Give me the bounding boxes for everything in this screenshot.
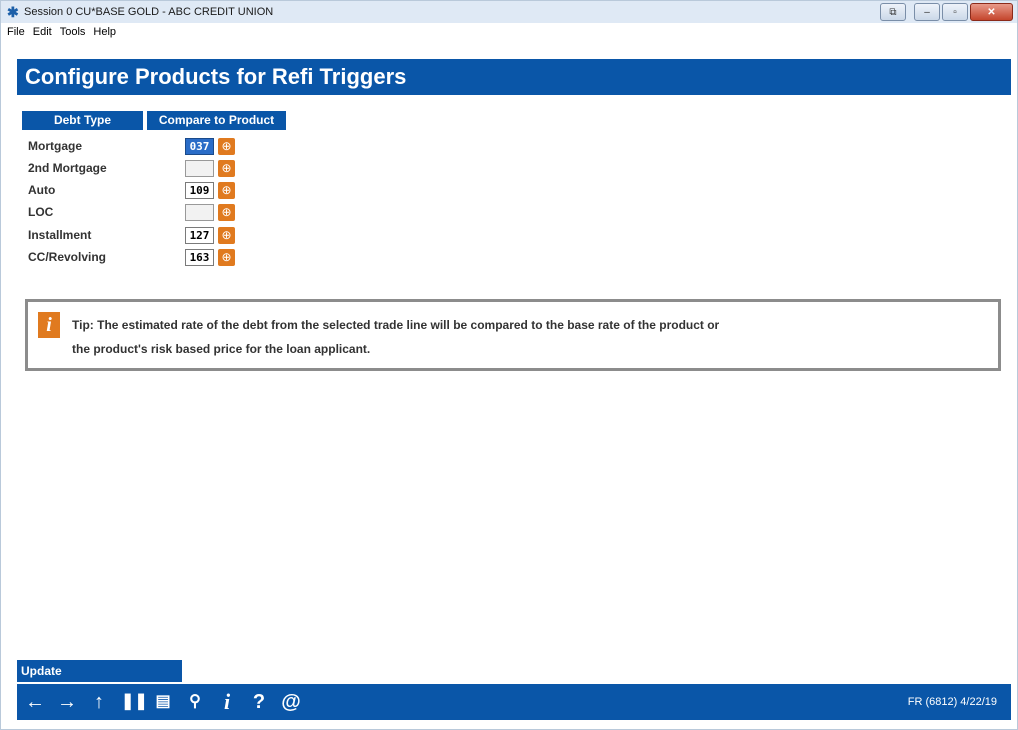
link-icon[interactable]: ⚲ (185, 692, 205, 712)
tip-text-line-2: the product's risk based price for the l… (72, 342, 371, 356)
lookup-magnifier-icon[interactable]: ⊕ (218, 227, 235, 244)
menu-edit[interactable]: Edit (33, 26, 52, 38)
debt-row-2nd-mortgage: 2nd Mortgage ⊕ (28, 159, 328, 179)
help-icon[interactable]: ? (249, 692, 269, 712)
at-icon[interactable]: @ (281, 692, 301, 712)
menu-help[interactable]: Help (93, 26, 116, 38)
update-button[interactable]: Update (17, 660, 182, 682)
restore-icon: ⧉ (889, 6, 897, 18)
cubase-star-icon: ✱ (7, 4, 19, 20)
debt-type-label: 2nd Mortgage (28, 161, 107, 175)
menu-file[interactable]: File (7, 26, 25, 38)
lookup-magnifier-icon[interactable]: ⊕ (218, 204, 235, 221)
maximize-icon: ▫ (953, 6, 957, 18)
debt-type-label: Auto (28, 183, 56, 197)
debt-type-header: Debt Type (22, 111, 143, 130)
restore-button[interactable]: ⧉ (880, 3, 906, 21)
menu-tools[interactable]: Tools (60, 26, 86, 38)
product-input-2nd-mortgage[interactable] (185, 160, 214, 177)
debt-row-cc-revolving: CC/Revolving 163 ⊕ (28, 248, 328, 268)
page-title: Configure Products for Refi Triggers (17, 59, 1011, 95)
debt-row-installment: Installment 127 ⊕ (28, 226, 328, 246)
minimize-icon: – (924, 6, 930, 18)
debt-type-label: LOC (28, 205, 54, 219)
info-icon: i (38, 312, 60, 338)
pause-icon[interactable]: ❚❚ (121, 692, 148, 712)
product-input-cc-revolving[interactable]: 163 (185, 249, 214, 266)
window-controls: ⧉ – ▫ ✕ (880, 3, 1013, 21)
close-button[interactable]: ✕ (970, 3, 1013, 21)
window-title: Session 0 CU*BASE GOLD - ABC CREDIT UNIO… (24, 6, 274, 18)
maximize-button[interactable]: ▫ (942, 3, 968, 21)
print-icon[interactable]: ▤ (153, 692, 173, 712)
minimize-button[interactable]: – (914, 3, 940, 21)
debt-type-label: Installment (28, 228, 92, 242)
lookup-magnifier-icon[interactable]: ⊕ (218, 249, 235, 266)
close-icon: ✕ (987, 6, 996, 18)
debt-row-loc: LOC ⊕ (28, 203, 328, 223)
compare-to-product-header: Compare to Product (147, 111, 286, 130)
title-bar: ✱ Session 0 CU*BASE GOLD - ABC CREDIT UN… (1, 1, 1017, 23)
lookup-magnifier-icon[interactable]: ⊕ (218, 138, 235, 155)
menu-bar: File Edit Tools Help (1, 23, 1017, 41)
debt-row-mortgage: Mortgage 037 ⊕ (28, 137, 328, 157)
forward-arrow-icon[interactable]: → (57, 692, 77, 712)
product-input-mortgage[interactable]: 037 (185, 138, 214, 155)
status-code: FR (6812) 4/22/19 (907, 696, 997, 708)
product-input-auto[interactable]: 109 (185, 182, 214, 199)
product-input-loc[interactable] (185, 204, 214, 221)
lookup-magnifier-icon[interactable]: ⊕ (218, 160, 235, 177)
product-input-installment[interactable]: 127 (185, 227, 214, 244)
up-arrow-icon[interactable]: ↑ (89, 692, 109, 712)
debt-type-label: CC/Revolving (28, 250, 107, 264)
main-screen: Configure Products for Refi Triggers Deb… (17, 49, 1011, 721)
application-window: ✱ Session 0 CU*BASE GOLD - ABC CREDIT UN… (0, 0, 1018, 730)
debt-row-auto: Auto 109 ⊕ (28, 181, 328, 201)
debt-type-label: Mortgage (28, 139, 82, 153)
info-icon[interactable]: i (217, 691, 237, 713)
tip-text-line-1: Tip: The estimated rate of the debt from… (72, 318, 720, 332)
back-arrow-icon[interactable]: ← (25, 692, 45, 712)
tip-box: i Tip: The estimated rate of the debt fr… (25, 299, 1001, 371)
lookup-magnifier-icon[interactable]: ⊕ (218, 182, 235, 199)
footer-toolbar: ← → ↑ ❚❚ ▤ ⚲ i ? @ FR (6812) 4/22/19 (17, 684, 1011, 720)
